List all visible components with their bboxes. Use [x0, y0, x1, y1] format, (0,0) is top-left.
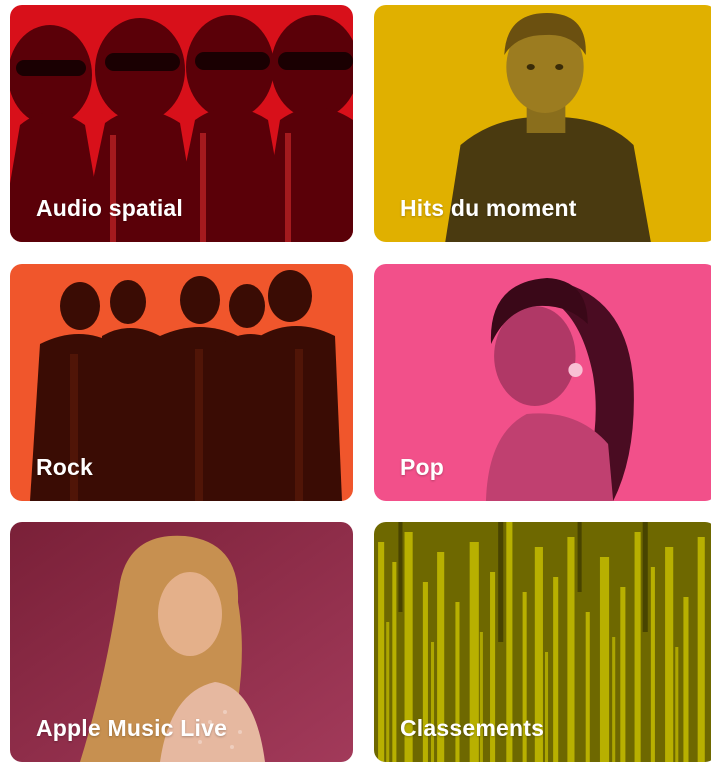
tile-label: Audio spatial — [36, 195, 184, 221]
tile-label: Rock — [36, 454, 94, 480]
tile-label: Pop — [400, 454, 445, 480]
category-tile-apple-music-live[interactable]: Apple Music Live — [10, 522, 353, 762]
category-tile-classements[interactable]: Classements — [374, 522, 711, 762]
tile-label: Apple Music Live — [36, 715, 228, 741]
category-tile-hits-du-moment[interactable]: Hits du moment — [374, 5, 711, 242]
category-tile-rock[interactable]: Rock — [10, 264, 353, 501]
tile-label: Hits du moment — [400, 195, 577, 221]
tile-label: Classements — [400, 715, 545, 741]
category-tile-pop[interactable]: Pop — [374, 264, 711, 501]
category-tile-audio-spatial[interactable]: Audio spatial — [10, 5, 353, 242]
